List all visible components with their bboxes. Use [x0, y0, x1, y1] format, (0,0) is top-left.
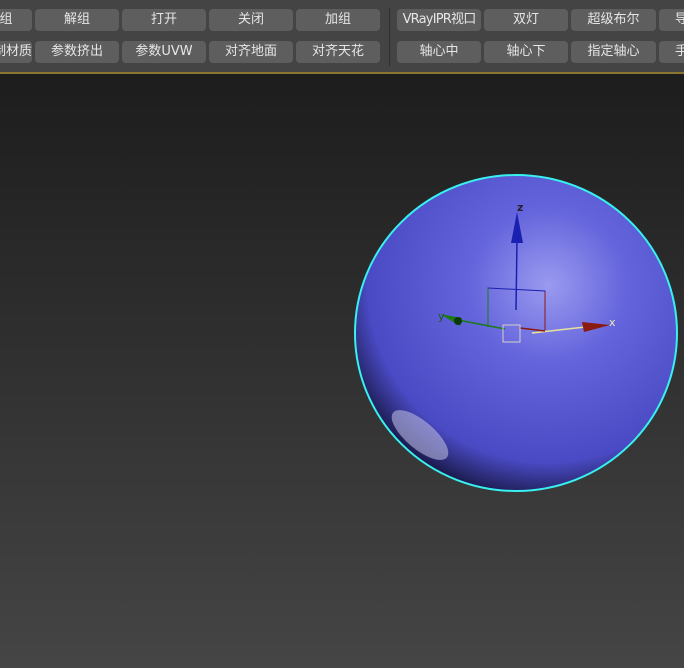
pivot-center-button[interactable]: 轴心中 — [397, 41, 481, 63]
align-floor-button[interactable]: 对齐地面 — [209, 41, 293, 63]
scene: z y x — [354, 174, 678, 492]
x-axis-label: x — [609, 316, 616, 329]
attach-group-button[interactable]: 加组 — [296, 9, 380, 31]
perspective-viewport[interactable]: z y x — [0, 74, 684, 668]
param-extrude-button[interactable]: 参数挤出 — [35, 41, 119, 63]
super-boolean-button[interactable]: 超级布尔 — [571, 9, 656, 31]
ungroup-button[interactable]: 解组 — [35, 9, 119, 31]
guide-button[interactable]: 导 — [659, 9, 684, 31]
y-axis-label: y — [438, 310, 445, 323]
pivot-bottom-button[interactable]: 轴心下 — [484, 41, 568, 63]
param-uvw-button[interactable]: 参数UVW — [122, 41, 206, 63]
dual-light-button[interactable]: 双灯 — [484, 9, 568, 31]
close-group-button[interactable]: 关闭 — [209, 9, 293, 31]
set-pivot-button[interactable]: 指定轴心 — [571, 41, 656, 63]
z-axis-label: z — [517, 201, 523, 214]
toolbar: 组 解组 打开 关闭 加组 VRayIPR视口 双灯 超级布尔 导 制材质 参数… — [0, 0, 684, 72]
open-group-button[interactable]: 打开 — [122, 9, 206, 31]
vray-ipr-button[interactable]: VRayIPR视口 — [397, 9, 481, 31]
manual-button[interactable]: 手 — [659, 41, 684, 63]
align-ceiling-button[interactable]: 对齐天花 — [296, 41, 380, 63]
toolbar-separator — [389, 8, 390, 66]
material-button[interactable]: 制材质 — [0, 41, 32, 63]
group-button[interactable]: 组 — [0, 9, 32, 31]
